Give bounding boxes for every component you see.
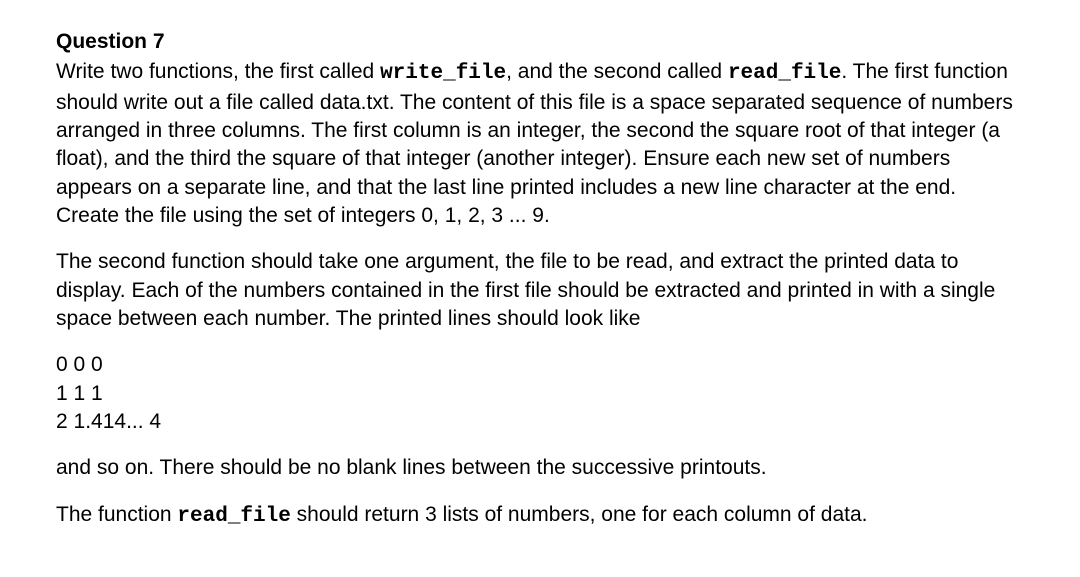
output-line: 0 0 0 bbox=[56, 351, 1024, 379]
paragraph-4: The function read_file should return 3 l… bbox=[56, 501, 1024, 531]
output-line: 1 1 1 bbox=[56, 380, 1024, 408]
code-read-file: read_file bbox=[728, 62, 841, 85]
code-read-file: read_file bbox=[177, 505, 290, 528]
question-heading: Question 7 bbox=[56, 28, 1024, 56]
text-segment: Write two functions, the first called bbox=[56, 60, 380, 83]
text-segment: should return 3 lists of numbers, one fo… bbox=[291, 503, 868, 526]
paragraph-3: and so on. There should be no blank line… bbox=[56, 454, 1024, 482]
output-line: 2 1.414... 4 bbox=[56, 408, 1024, 436]
example-output: 0 0 0 1 1 1 2 1.414... 4 bbox=[56, 351, 1024, 436]
paragraph-1: Write two functions, the first called wr… bbox=[56, 58, 1024, 230]
code-write-file: write_file bbox=[380, 62, 506, 85]
text-segment: The function bbox=[56, 503, 177, 526]
text-segment: . The first function should write out a … bbox=[56, 60, 1013, 227]
text-segment: , and the second called bbox=[506, 60, 728, 83]
paragraph-2: The second function should take one argu… bbox=[56, 248, 1024, 333]
